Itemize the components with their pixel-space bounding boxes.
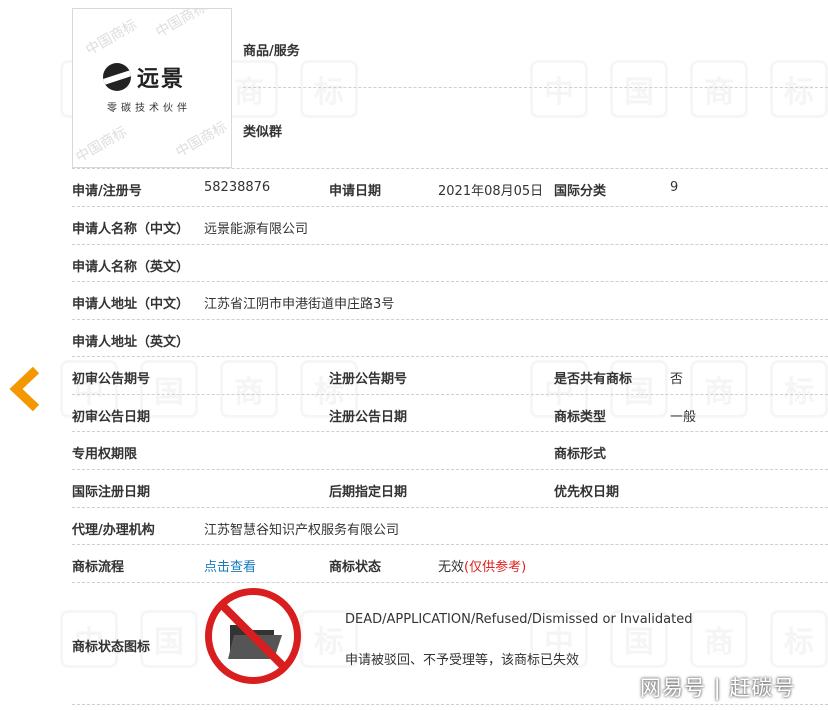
status-value: 无效(仅供参考) — [438, 556, 526, 575]
divider — [72, 704, 828, 705]
priority-date-label: 优先权日期 — [554, 485, 620, 500]
app-date-label: 申请日期 — [329, 184, 382, 199]
applicant-cn-value: 远景能源有限公司 — [204, 222, 309, 237]
chevron-left-icon[interactable] — [8, 364, 42, 414]
brand-logo: 远景 — [103, 61, 185, 93]
logo-tagline: 零碳技术伙伴 — [107, 103, 191, 114]
shared-value: 否 — [670, 372, 684, 387]
address-en-label: 申请人地址（英文） — [72, 335, 190, 350]
goods-services-label: 商品/服务 — [243, 44, 300, 59]
tm-form-label: 商标形式 — [554, 447, 607, 462]
address-cn-value: 江苏省江阴市申港街道申庄路3号 — [204, 297, 395, 312]
applicant-cn-label: 申请人名称（中文） — [72, 222, 190, 237]
status-label: 商标状态 — [329, 560, 382, 575]
source-watermark: 网易号 | 赶碳号 — [640, 676, 796, 700]
divider — [72, 244, 828, 245]
intl-class-label: 国际分类 — [554, 184, 607, 199]
prelim-pub-date-label: 初审公告日期 — [72, 410, 151, 425]
status-en-text: DEAD/APPLICATION/Refused/Dismissed or In… — [345, 612, 693, 627]
process-label: 商标流程 — [72, 560, 125, 575]
divider — [72, 281, 828, 282]
address-cn-label: 申请人地址（中文） — [72, 297, 190, 312]
divider — [72, 431, 828, 432]
status-text: 无效 — [438, 560, 465, 575]
app-date-value: 2021年08月05日 — [438, 184, 544, 199]
divider — [72, 582, 828, 583]
divider — [72, 544, 828, 545]
shared-label: 是否共有商标 — [554, 372, 633, 387]
divider — [72, 507, 828, 508]
watermark: 中 国 商 标 — [530, 60, 828, 118]
logo-brand-name: 远景 — [137, 67, 186, 92]
divider — [72, 469, 828, 470]
divider — [72, 394, 828, 395]
intl-reg-date-label: 国际注册日期 — [72, 485, 151, 500]
status-icon-label: 商标状态图标 — [72, 640, 151, 655]
divider — [72, 206, 828, 207]
reg-pub-date-label: 注册公告日期 — [329, 410, 408, 425]
agent-value: 江苏智慧谷知识产权服务有限公司 — [204, 523, 400, 538]
exclusive-period-label: 专用权期限 — [72, 447, 138, 462]
no-entry-folder-icon — [205, 588, 301, 684]
logo-mark-icon — [103, 63, 131, 91]
divider — [72, 319, 828, 320]
status-cn-text: 申请被驳回、不予受理等，该商标已失效 — [345, 653, 580, 668]
app-no-value: 58238876 — [204, 180, 271, 195]
status-note: (仅供参考) — [464, 560, 527, 575]
process-link[interactable]: 点击查看 — [204, 556, 256, 575]
prelim-pub-no-label: 初审公告期号 — [72, 372, 151, 387]
later-designation-label: 后期指定日期 — [329, 485, 408, 500]
divider — [72, 168, 828, 169]
reg-pub-no-label: 注册公告期号 — [329, 372, 408, 387]
intl-class-value: 9 — [670, 180, 679, 195]
app-no-label: 申请/注册号 — [72, 184, 142, 199]
divider — [243, 87, 828, 88]
tm-type-value: 一般 — [670, 410, 697, 425]
similar-group-label: 类似群 — [243, 125, 283, 140]
trademark-image: 中国商标 中国商标 中国商标 中国商标 远景 零碳技术伙伴 — [72, 8, 232, 168]
agent-label: 代理/办理机构 — [72, 523, 155, 538]
applicant-en-label: 申请人名称（英文） — [72, 260, 190, 275]
tm-type-label: 商标类型 — [554, 410, 607, 425]
divider — [72, 356, 828, 357]
